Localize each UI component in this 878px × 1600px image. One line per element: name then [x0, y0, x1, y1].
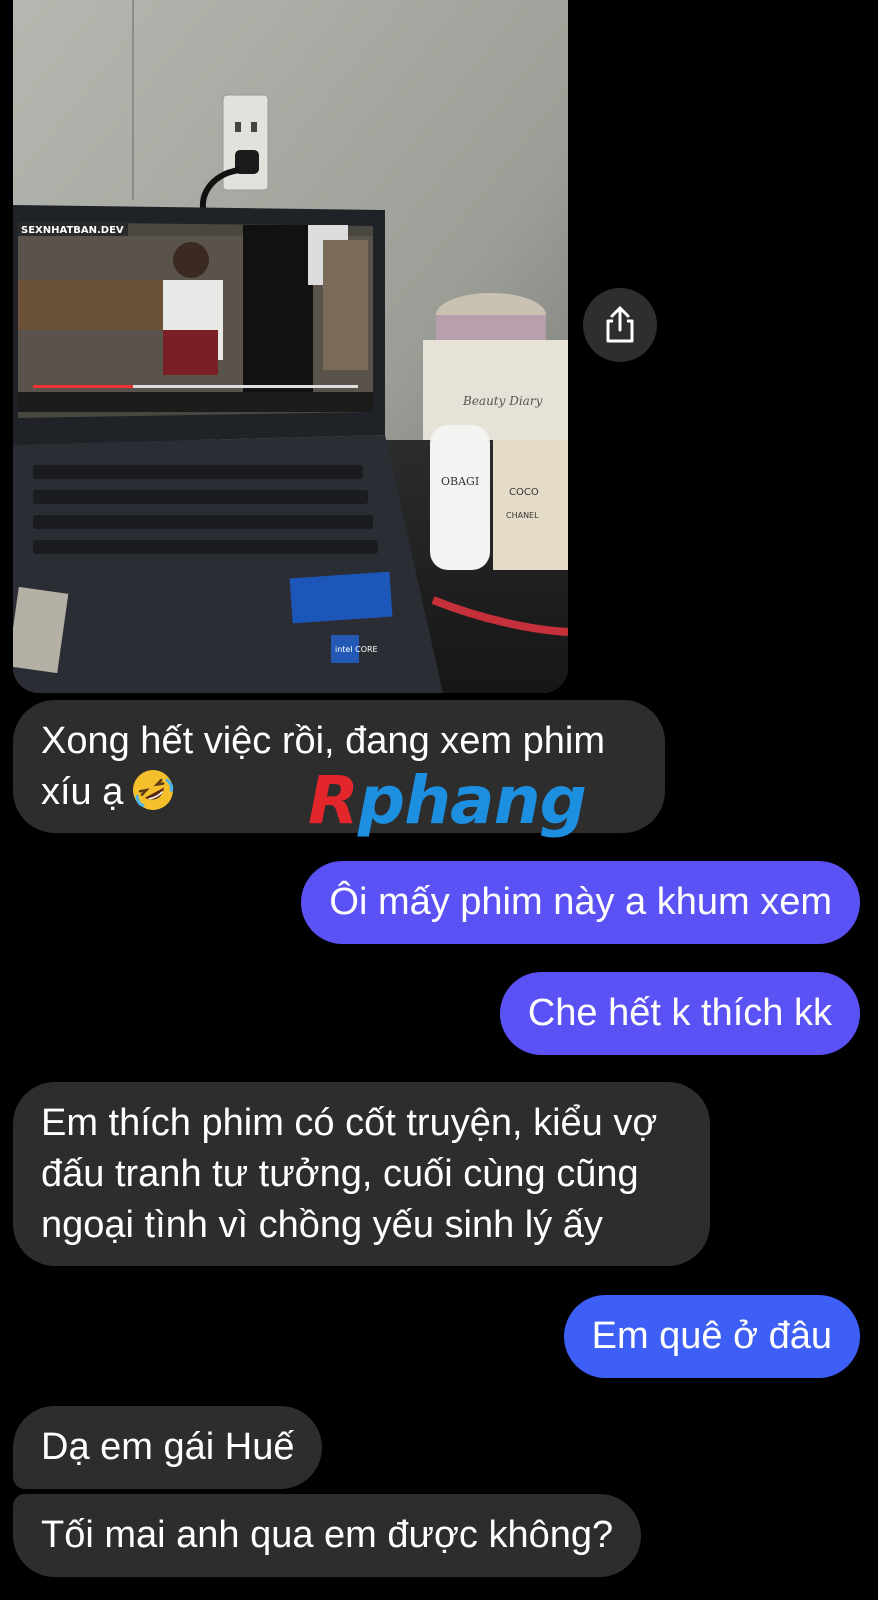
message-line: ngoại tình vì chồng yếu sinh lý ấy [41, 1204, 603, 1246]
site-label: SEXNHATBAN.DEV [21, 225, 124, 236]
message-line: Em thích phim có cốt truyện, kiểu vợ [41, 1102, 658, 1144]
message-outgoing[interactable]: Ôi mấy phim này a khum xem [301, 861, 860, 944]
photo-image: SEXNHATBAN.DEV intel CORE Beauty Diary O [13, 0, 568, 693]
message-line: Xong hết việc rồi, đang xem phim [41, 720, 605, 762]
coco-label: COCO [509, 487, 539, 498]
message-line-text: xíu ạ [41, 771, 124, 813]
message-incoming[interactable]: Tối mai anh qua em được không? [13, 1494, 642, 1577]
watermark-part1: R [308, 762, 359, 839]
message-outgoing[interactable]: Che hết k thích kk [499, 972, 860, 1055]
obagi-label: OBAGI [441, 475, 479, 488]
laptop-badge: intel CORE [335, 645, 378, 654]
message-incoming[interactable]: Em thích phim có cốt truyện, kiểu vợ đấu… [13, 1082, 710, 1266]
message-line: đấu tranh tư tưởng, cuối cùng cũng [41, 1153, 639, 1195]
chanel-label: CHANEL [506, 511, 539, 520]
watermark-logo: Rphang [308, 768, 587, 834]
message-outgoing[interactable]: Em quê ở đâu [563, 1295, 860, 1378]
message-incoming[interactable]: Dạ em gái Huế [13, 1406, 323, 1489]
share-button[interactable] [583, 288, 657, 362]
watermark-part2: phang [357, 762, 587, 839]
beauty-diary-label: Beauty Diary [462, 394, 543, 408]
rolling-on-floor-laughing-emoji-icon [133, 770, 174, 810]
photo-message[interactable]: SEXNHATBAN.DEV intel CORE Beauty Diary O [13, 0, 568, 693]
share-icon [606, 306, 634, 343]
